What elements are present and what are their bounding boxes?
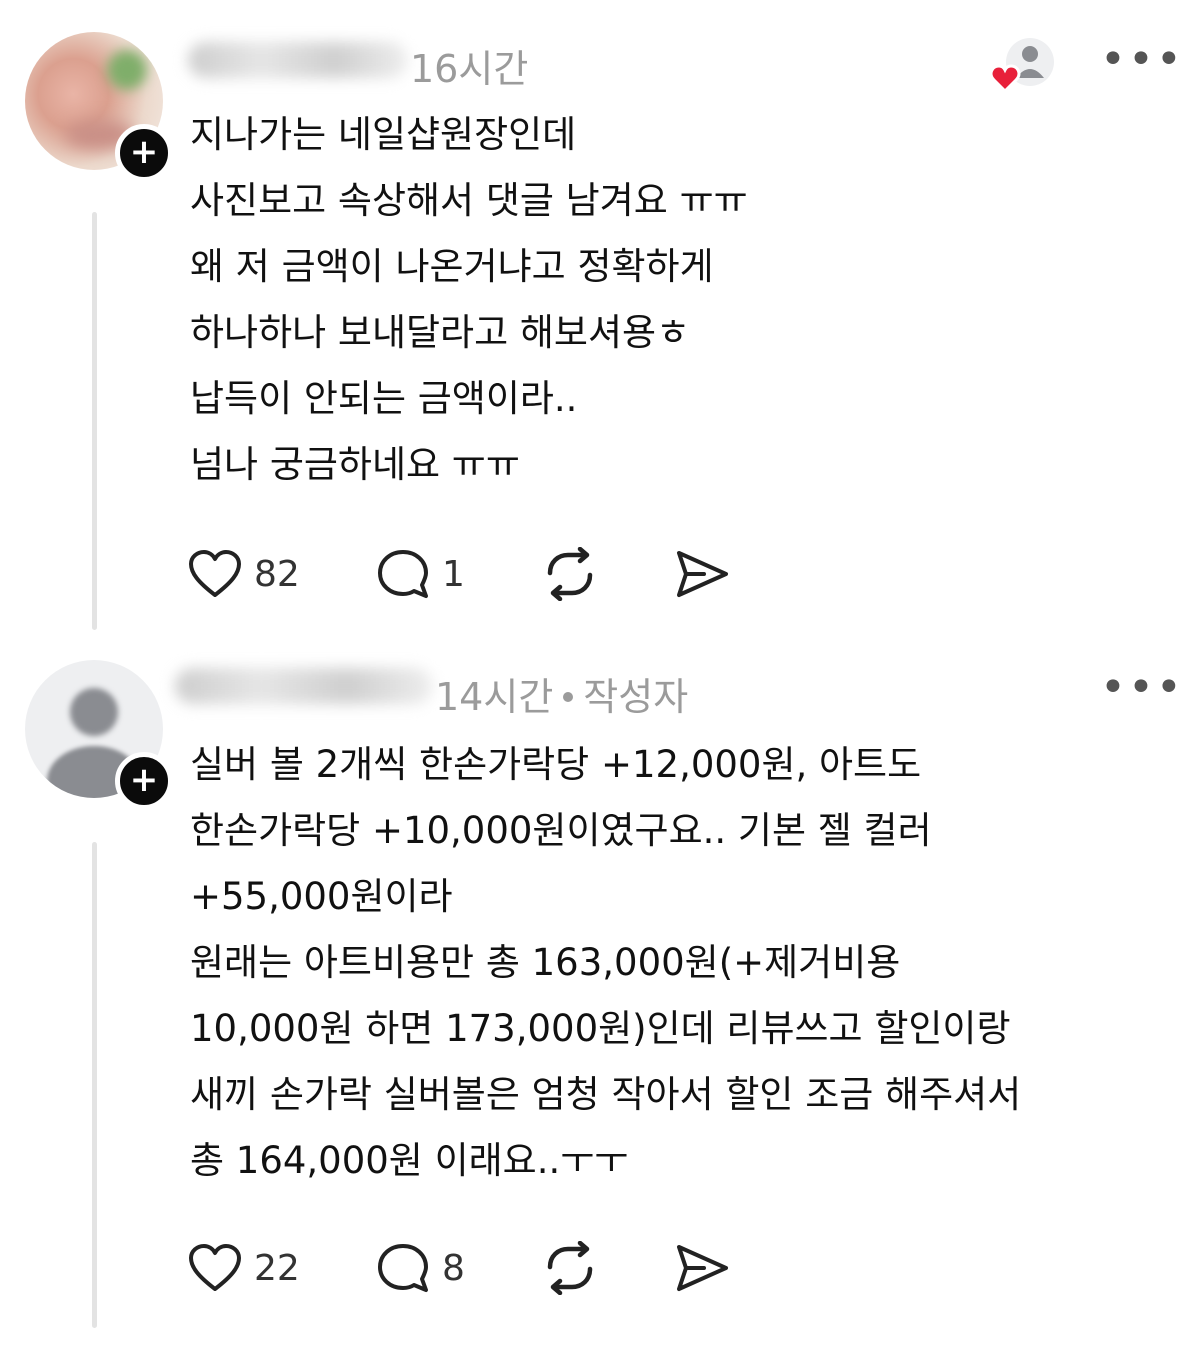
comment-line: 새끼 손가락 실버볼은 엄청 작아서 할인 조금 해주셔서 (190, 1073, 1022, 1116)
thread-line (92, 842, 97, 1328)
reply-count: 8 (442, 1247, 465, 1289)
separator-dot (563, 692, 574, 702)
like-button[interactable]: 22 (188, 1240, 300, 1296)
follow-plus-icon[interactable]: + (115, 124, 173, 182)
like-button[interactable]: 82 (188, 546, 300, 602)
comment-line: 지나가는 네일샵원장인데 (190, 113, 577, 156)
author-tag: 작성자 (583, 675, 689, 719)
comment-line: 왜 저 금액이 나온거냐고 정확하게 (190, 245, 714, 288)
post-meta: 16시간 (410, 38, 528, 93)
comment-icon (378, 1244, 428, 1292)
heart-icon (189, 550, 241, 597)
comment-line: 원래는 아트비용만 총 163,000원(+제거비용 (190, 941, 901, 984)
comment-line: 넘나 궁금하네요 ㅠㅠ (190, 443, 520, 486)
share-button[interactable] (674, 546, 730, 602)
repost-button[interactable] (542, 546, 598, 602)
post-meta: 14시간 작성자 (435, 666, 688, 721)
comment-body: 실버 볼 2개씩 한손가락당 +12,000원, 아트도 한손가락당 +10,0… (190, 732, 1170, 1194)
more-options-icon[interactable]: ••• (1100, 666, 1184, 710)
repost-button[interactable] (542, 1240, 598, 1296)
comment-line: 하나하나 보내달라고 해보셔용ㅎ (190, 311, 691, 354)
timestamp: 14시간 (435, 675, 554, 719)
thread-line (92, 212, 97, 630)
like-count: 82 (254, 553, 300, 595)
reply-button[interactable]: 8 (376, 1240, 465, 1296)
repost-icon (547, 547, 593, 601)
comment-line: 10,000원 하면 173,000원)인데 리뷰쓰고 할인이랑 (190, 1007, 1011, 1050)
comment-line: +55,000원이라 (190, 875, 453, 918)
comment-line: 실버 볼 2개씩 한손가락당 +12,000원, 아트도 (190, 743, 922, 786)
reply-count: 1 (442, 553, 465, 595)
timestamp: 16시간 (410, 47, 529, 91)
send-icon (677, 551, 728, 597)
comment-line: 사진보고 속상해서 댓글 남겨요 ㅠㅠ (190, 179, 748, 222)
heart-icon (189, 1244, 241, 1291)
comment-icon (378, 550, 428, 598)
username-blurred[interactable] (188, 42, 408, 78)
send-icon (677, 1245, 728, 1291)
more-options-icon[interactable]: ••• (1100, 38, 1184, 82)
comment-line: 한손가락당 +10,000원이였구요.. 기본 젤 컬러 (190, 809, 932, 852)
comment-body: 지나가는 네일샵원장인데 사진보고 속상해서 댓글 남겨요 ㅠㅠ 왜 저 금액이… (190, 102, 1170, 498)
follow-plus-icon[interactable]: + (115, 752, 173, 810)
comment-line: 총 164,000원 이래요..ㅜㅜ (190, 1139, 629, 1182)
reply-button[interactable]: 1 (376, 546, 465, 602)
share-button[interactable] (674, 1240, 730, 1296)
like-count: 22 (254, 1247, 300, 1289)
comment-line: 납득이 안되는 금액이라.. (190, 377, 578, 420)
username-blurred[interactable] (175, 668, 433, 704)
liked-by-author-icon (989, 38, 1054, 94)
repost-icon (547, 1241, 593, 1295)
